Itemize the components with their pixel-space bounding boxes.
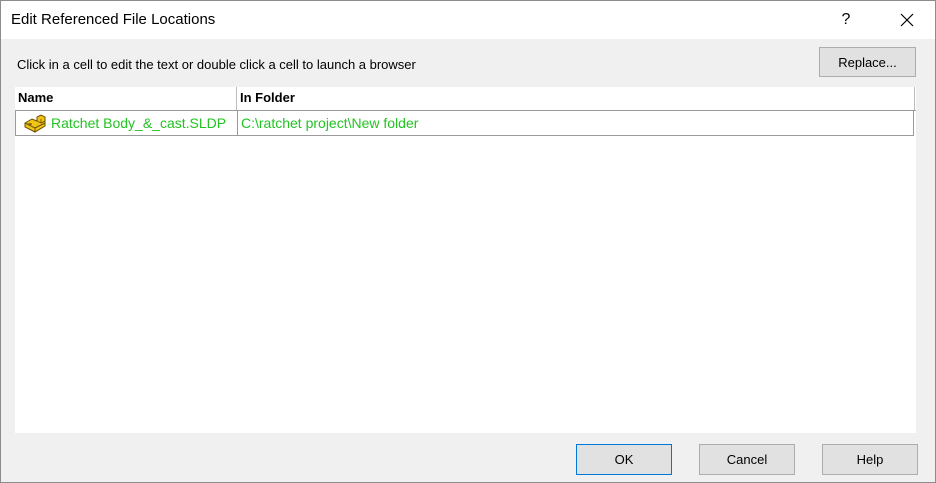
cancel-button[interactable]: Cancel bbox=[699, 444, 795, 475]
title-bar: Edit Referenced File Locations ? bbox=[1, 1, 935, 39]
cell-name[interactable]: Ratchet Body_&_cast.SLDP bbox=[51, 115, 226, 131]
close-icon bbox=[900, 13, 914, 27]
column-header-name[interactable]: Name bbox=[18, 90, 53, 105]
part-icon bbox=[24, 114, 46, 133]
table-header: Name In Folder bbox=[15, 87, 916, 111]
cell-in-folder[interactable]: C:\ratchet project\New folder bbox=[241, 115, 418, 131]
column-divider[interactable] bbox=[236, 87, 237, 110]
table-row[interactable]: Ratchet Body_&_cast.SLDP C:\ratchet proj… bbox=[15, 111, 914, 136]
close-button[interactable] bbox=[885, 3, 929, 37]
ok-button[interactable]: OK bbox=[576, 444, 672, 475]
help-button[interactable]: Help bbox=[822, 444, 918, 475]
title-help-button[interactable]: ? bbox=[826, 3, 866, 37]
dialog-title: Edit Referenced File Locations bbox=[11, 11, 216, 28]
instruction-text: Click in a cell to edit the text or doub… bbox=[17, 57, 416, 72]
column-header-in-folder[interactable]: In Folder bbox=[240, 90, 295, 105]
edit-referenced-file-locations-dialog: Edit Referenced File Locations ? Click i… bbox=[0, 0, 936, 483]
referenced-files-table: Name In Folder Ratchet Body_&_cast.SLDP … bbox=[15, 87, 916, 433]
column-divider-end bbox=[914, 87, 915, 110]
replace-button[interactable]: Replace... bbox=[819, 47, 916, 77]
cell-divider bbox=[237, 111, 238, 135]
